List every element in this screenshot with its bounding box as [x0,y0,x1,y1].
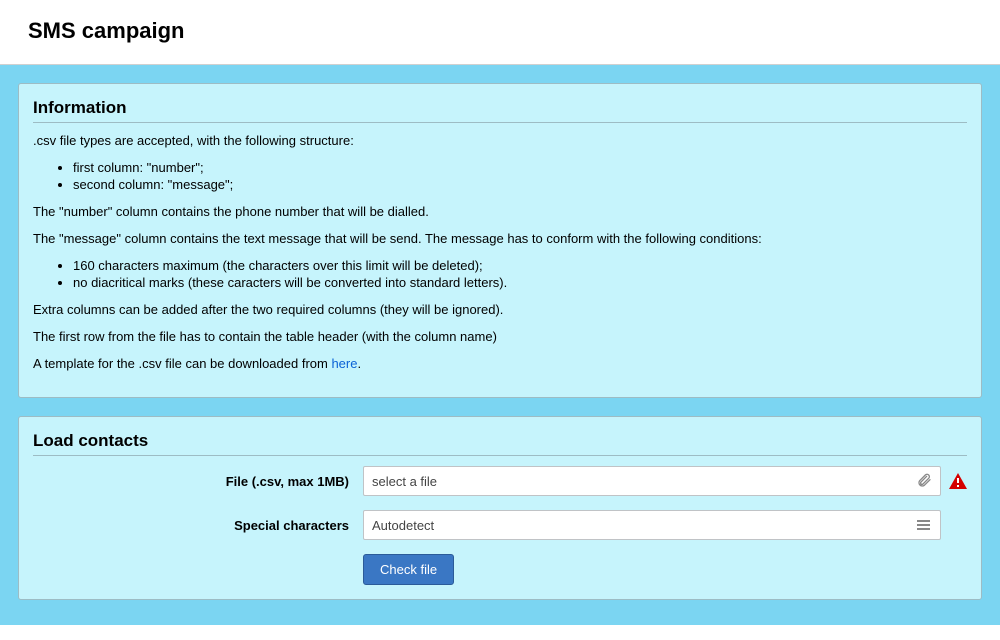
menu-icon [917,520,932,530]
list-item: 160 characters maximum (the characters o… [73,258,967,273]
info-template-prefix: A template for the .csv file can be down… [33,356,331,371]
list-item: no diacritical marks (these caracters wi… [73,275,967,290]
warning-icon [949,473,967,489]
info-message-desc: The "message" column contains the text m… [33,231,967,246]
check-file-button[interactable]: Check file [363,554,454,585]
info-first-row: The first row from the file has to conta… [33,329,967,344]
page-header: SMS campaign [0,0,1000,65]
info-number-desc: The "number" column contains the phone n… [33,204,967,219]
load-contacts-panel: Load contacts File (.csv, max 1MB) selec… [18,416,982,600]
info-message-rules: 160 characters maximum (the characters o… [33,258,967,290]
info-intro: .csv file types are accepted, with the f… [33,133,967,148]
panel-divider [33,122,967,123]
info-columns-list: first column: "number"; second column: "… [33,160,967,192]
charset-row: Special characters Autodetect [33,510,967,540]
file-label: File (.csv, max 1MB) [33,474,363,489]
charset-select-value: Autodetect [372,518,434,533]
charset-select[interactable]: Autodetect [363,510,941,540]
file-input-value: select a file [372,474,437,489]
template-download-link[interactable]: here [331,356,357,371]
page-title: SMS campaign [28,18,972,44]
information-panel: Information .csv file types are accepted… [18,83,982,398]
list-item: first column: "number"; [73,160,967,175]
list-item: second column: "message"; [73,177,967,192]
file-row: File (.csv, max 1MB) select a file [33,466,967,496]
attachment-icon [916,472,932,491]
info-template-line: A template for the .csv file can be down… [33,356,967,371]
panel-divider [33,455,967,456]
info-template-suffix: . [357,356,361,371]
charset-label: Special characters [33,518,363,533]
file-input[interactable]: select a file [363,466,941,496]
info-extra-cols: Extra columns can be added after the two… [33,302,967,317]
button-row: Check file [33,554,967,585]
information-heading: Information [33,98,967,118]
load-contacts-heading: Load contacts [33,431,967,451]
work-area: Information .csv file types are accepted… [0,65,1000,625]
